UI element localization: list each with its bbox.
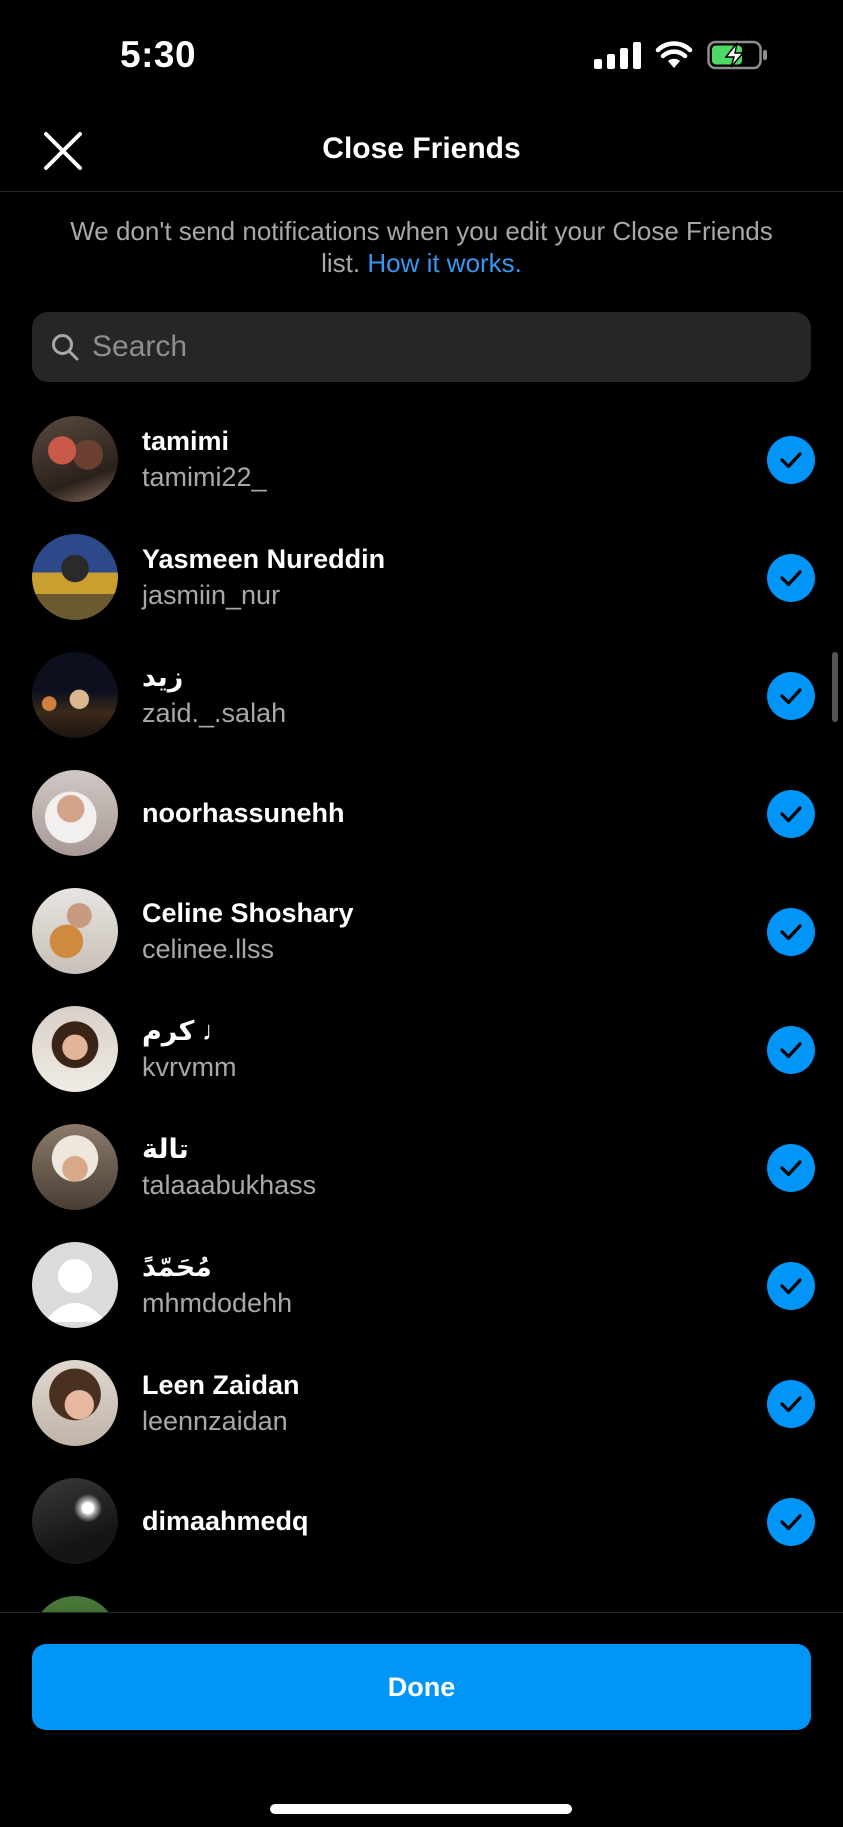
friend-name: dimaahmedq [142,1506,309,1536]
avatar [32,770,118,856]
selected-checkmark[interactable] [767,1144,815,1192]
avatar [32,652,118,738]
friend-name: زيد [142,662,184,692]
screen: 5:30 Close Friends We don't send notific… [0,0,843,1827]
avatar [32,1242,118,1328]
avatar [32,1596,118,1612]
checkmark-icon [780,924,802,941]
friend-name: Leen Zaidan [142,1370,300,1400]
checkmark-icon [780,1042,802,1059]
selected-checkmark[interactable] [767,1262,815,1310]
selected-checkmark[interactable] [767,436,815,484]
friend-username: talaaabukhass [142,1170,317,1200]
selected-checkmark[interactable] [767,672,815,720]
friend-row[interactable]: مُحَمّدً mhmdodehh [0,1226,843,1344]
checkmark-icon [780,1396,802,1413]
friend-name: Yasmeen Nureddin [142,544,386,574]
checkmark-icon [780,806,802,823]
friend-username: jasmiin_nur [142,580,281,610]
friend-name: tamimi [142,426,230,456]
friend-row[interactable]: زيد zaid._.salah [0,636,843,754]
selected-checkmark[interactable] [767,1026,815,1074]
friend-name: تالة [142,1134,189,1164]
avatar [32,416,118,502]
status-icons [594,40,769,70]
battery-charging-icon [707,40,767,70]
selected-checkmark[interactable] [767,554,815,602]
friend-row[interactable]: كرم ♩ kvrvmm [0,990,843,1108]
default-avatar-icon [44,1259,106,1322]
nav-header: Close Friends [0,110,843,192]
checkmark-icon [780,1278,802,1295]
search-input[interactable] [92,330,811,364]
friend-row[interactable]: dimaahmedq [0,1462,843,1580]
avatar [32,1124,118,1210]
friend-name: noorhassunehh [142,798,345,828]
checkmark-icon [780,570,802,587]
avatar [32,1478,118,1564]
done-button[interactable]: Done [32,1644,811,1730]
selected-checkmark[interactable] [767,790,815,838]
friend-username: leennzaidan [142,1406,288,1436]
friend-row[interactable]: تالة talaaabukhass [0,1108,843,1226]
friend-username: zaid._.salah [142,698,287,728]
checkmark-icon [780,688,802,705]
selected-checkmark[interactable] [767,1498,815,1546]
avatar [32,534,118,620]
selected-checkmark[interactable] [767,1380,815,1428]
status-time: 5:30 [120,34,197,75]
checkmark-icon [780,1160,802,1177]
friend-row[interactable]: Celine Shoshary celinee.llss [0,872,843,990]
friend-username: kvrvmm [142,1052,237,1082]
checkmark-icon [780,452,802,469]
friend-username: tamimi22_ [142,462,267,492]
status-bar: 5:30 [0,0,843,110]
search-bar[interactable] [32,312,811,382]
how-it-works-link[interactable]: How it works. [367,248,522,278]
info-message: We don't send notifications when you edi… [60,215,783,279]
page-title: Close Friends [322,132,521,165]
friend-row[interactable]: Leen Zaidan leennzaidan [0,1344,843,1462]
friend-username: celinee.llss [142,934,275,964]
friend-name: Celine Shoshary [142,898,354,928]
friend-row[interactable]: rasha [0,1580,843,1612]
friend-name: كرم ♩ [142,1016,229,1046]
scrollbar[interactable] [832,652,838,722]
search-icon [52,334,79,361]
avatar [32,1006,118,1092]
friend-name: مُحَمّدً [142,1252,212,1282]
cellular-signal-icon [594,41,641,69]
friend-row[interactable]: noorhassunehh [0,754,843,872]
selected-checkmark[interactable] [767,908,815,956]
avatar [32,1360,118,1446]
friend-list: tamimi tamimi22_ Yasmeen Nureddin jasmii… [0,400,843,1612]
friend-row[interactable]: tamimi tamimi22_ [0,400,843,518]
home-indicator[interactable] [270,1804,572,1814]
checkmark-icon [780,1514,802,1531]
bottom-bar: Done [0,1612,843,1827]
wifi-icon [655,41,693,68]
friend-row[interactable]: Yasmeen Nureddin jasmiin_nur [0,518,843,636]
avatar [32,888,118,974]
friend-username: mhmdodehh [142,1288,293,1318]
